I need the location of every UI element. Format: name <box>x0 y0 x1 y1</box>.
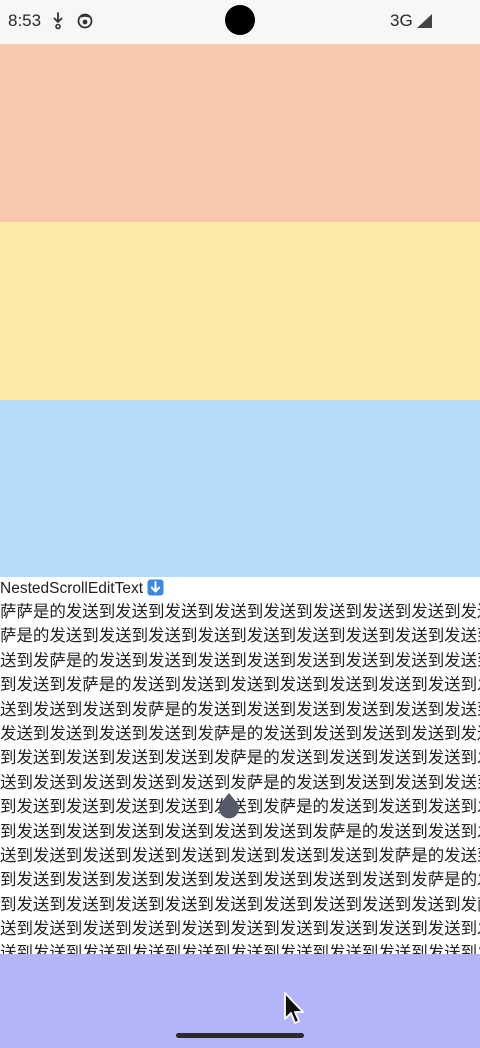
down-arrow-emoji-icon <box>147 579 164 596</box>
text-line: 萨萨是的发送到发送到发送到发送到发送到发送到发送到发送到发送到 <box>0 602 480 621</box>
camera-cutout <box>225 5 255 35</box>
status-bar: 8:53 3G <box>0 0 480 44</box>
download-notification-icon <box>53 12 63 30</box>
text-line: 到发送到发送到发送到发送到发送到发送到发萨是的发送到发送到发送到 <box>0 821 480 841</box>
text-line: 到发送到发送到发送到发送到发萨是的发送到发送到发送到发送到发送到 <box>0 748 480 768</box>
nested-scroll-edit-text[interactable]: 萨萨是的发送到发送到发送到发送到发送到发送到发送到发送到发送到 萨是的发送到发送… <box>0 600 480 954</box>
edit-text-label-text: NestedScrollEditText <box>0 580 144 597</box>
status-time: 8:53 <box>8 11 42 30</box>
text-line: 萨是的发送到发送到发送到发送到发送到发送到发送到发送到发送到 <box>0 626 480 646</box>
text-line: 发送到发送到发送到发送到发萨是的发送到发送到发送到发送到发送到发送 <box>0 723 480 743</box>
text-line: 送到发送到发送到发送到发送到发送到发送到发送到发送到发送到发送到发萨是 <box>0 943 480 954</box>
text-line: 送到发萨是的发送到发送到发送到发送到发送到发送到发送到发送到发送 <box>0 650 480 670</box>
mouse-pointer-icon <box>284 992 304 1024</box>
signal-icon <box>417 14 432 28</box>
text-line: 到发送到发萨是的发送到发送到发送到发送到发送到发送到发送到发送到 <box>0 675 480 695</box>
text-line: 送到发送到发送到发萨是的发送到发送到发送到发送到发送到发送到发送 <box>0 699 480 719</box>
network-type: 3G <box>390 11 413 30</box>
text-cursor-handle[interactable] <box>217 791 241 821</box>
text-line: 到发送到发送到发送到发送到发送到发送到发送到发送到发萨是的发送到发送 <box>0 870 480 890</box>
color-block-yellow <box>0 222 480 400</box>
color-block-orange <box>0 44 480 222</box>
text-line: 送到发送到发送到发送到发送到发送到发送到发送到发送到发送到发萨是的发 <box>0 919 480 939</box>
edit-text-label: NestedScrollEditText <box>0 578 164 600</box>
color-block-blue <box>0 400 480 577</box>
app-notification-icon <box>77 13 93 29</box>
text-line: 送到发送到发送到发送到发送到发送到发送到发送到发萨是的发送到发送到 <box>0 845 480 865</box>
gesture-nav-handle[interactable] <box>176 1033 304 1038</box>
text-line: 到发送到发送到发送到发送到发送到发送到发送到发送到发送到发萨是的发送到 <box>0 894 480 914</box>
